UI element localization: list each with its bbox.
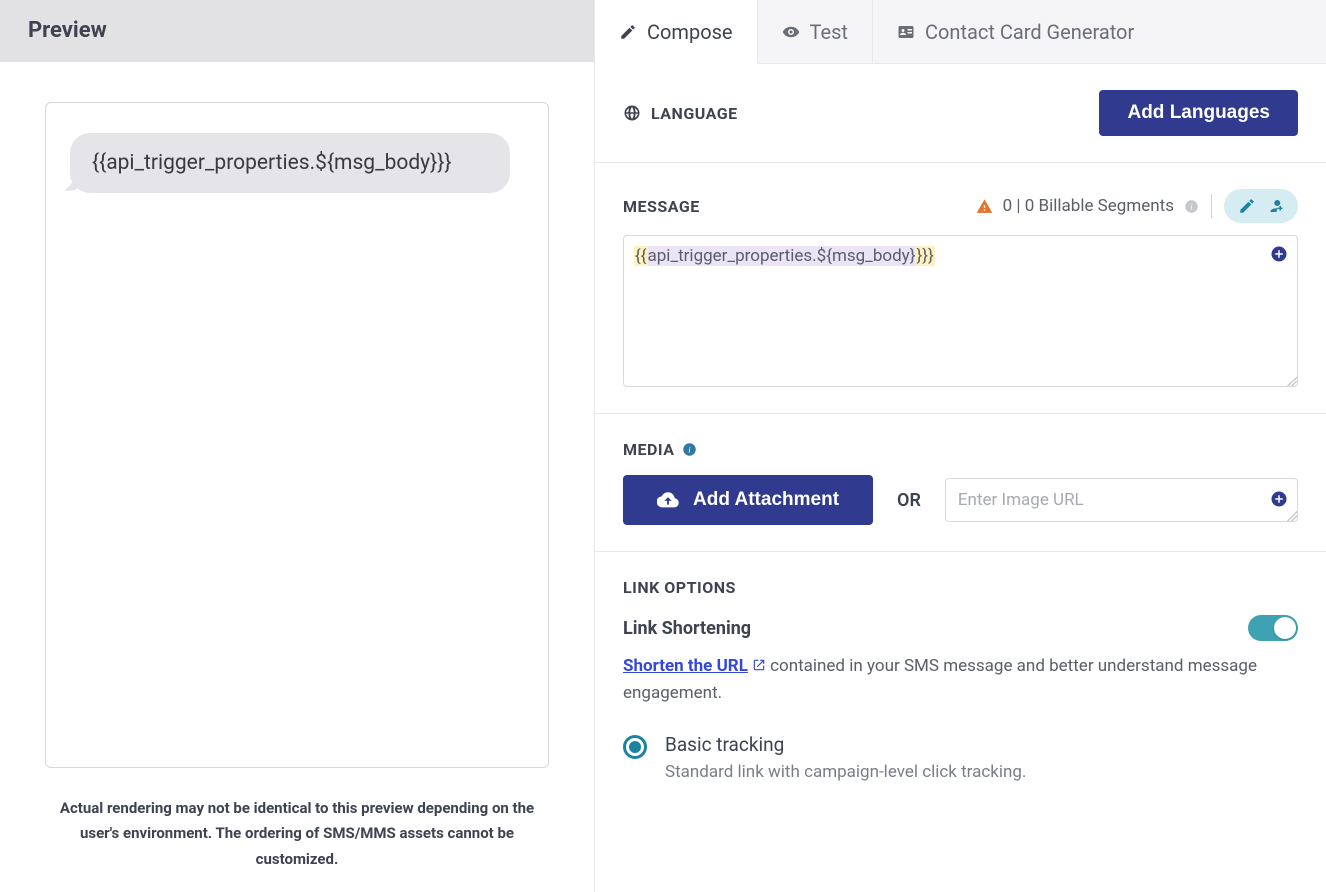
toggle-knob [1274, 617, 1296, 639]
tab-test-label: Test [810, 20, 848, 44]
id-card-icon [897, 23, 915, 41]
link-shortening-desc: Shorten the URL contained in your SMS me… [623, 653, 1298, 707]
image-url-input[interactable] [945, 478, 1298, 522]
segments-text: 0 | 0 Billable Segments [1003, 196, 1174, 216]
vertical-divider [1211, 194, 1212, 218]
media-heading: MEDIA [623, 440, 674, 459]
add-languages-button[interactable]: Add Languages [1099, 90, 1298, 136]
tab-contact-card-generator[interactable]: Contact Card Generator [873, 0, 1326, 63]
language-heading: LANGUAGE [651, 104, 738, 123]
add-attachment-label: Add Attachment [693, 489, 839, 511]
add-personalization-icon[interactable] [1270, 245, 1288, 263]
tab-test[interactable]: Test [758, 0, 873, 63]
sms-bubble: {{api_trigger_properties.${msg_body}}} [70, 133, 510, 193]
info-icon[interactable]: i [1184, 199, 1199, 214]
language-section: LANGUAGE Add Languages [595, 64, 1326, 163]
basic-tracking-label: Basic tracking [665, 733, 1026, 756]
basic-tracking-sub: Standard link with campaign-level click … [665, 762, 1026, 782]
link-shortening-toggle[interactable] [1248, 615, 1298, 641]
pencil-icon [619, 23, 637, 41]
preview-frame: {{api_trigger_properties.${msg_body}}} [45, 102, 549, 768]
radio-basic-tracking[interactable] [623, 735, 647, 759]
close-brace: }}} [915, 246, 934, 266]
link-options-heading: LINK OPTIONS [623, 578, 736, 597]
basic-tracking-option[interactable]: Basic tracking Standard link with campai… [623, 733, 1298, 782]
preview-title: Preview [28, 18, 107, 43]
tab-card-gen-label: Contact Card Generator [925, 20, 1134, 44]
open-brace: {{ [634, 246, 648, 266]
editor-actions-pill [1224, 189, 1298, 223]
tab-compose-label: Compose [647, 20, 733, 44]
shorten-url-link[interactable]: Shorten the URL [623, 656, 748, 676]
radio-dot [629, 741, 641, 753]
message-heading: MESSAGE [623, 197, 700, 216]
message-section: MESSAGE 0 | 0 Billable Segments i {{api_… [595, 163, 1326, 414]
preview-header: Preview [0, 0, 594, 62]
tab-compose[interactable]: Compose [595, 0, 758, 64]
warning-icon [976, 198, 993, 215]
info-icon[interactable]: i [682, 442, 697, 457]
preview-body: {{api_trigger_properties.${msg_body}}} A… [0, 62, 594, 892]
preview-note: Actual rendering may not be identical to… [47, 796, 547, 873]
add-url-icon[interactable] [1270, 490, 1288, 508]
media-section: MEDIA i Add Attachment OR [595, 414, 1326, 552]
or-text: OR [897, 490, 921, 511]
cloud-upload-icon [657, 489, 679, 511]
edit-icon[interactable] [1238, 197, 1256, 215]
globe-icon [623, 104, 641, 122]
link-shortening-subhead: Link Shortening [623, 618, 751, 639]
liquid-expression: api_trigger_properties.${msg_body} [648, 246, 916, 266]
message-editor[interactable]: {{api_trigger_properties.${msg_body}}}} [623, 235, 1298, 387]
link-options-section: LINK OPTIONS Link Shortening Shorten the… [595, 552, 1326, 822]
external-link-icon [752, 658, 766, 672]
tabs-bar: Compose Test Contact Card Generator [595, 0, 1326, 64]
add-user-icon[interactable] [1266, 197, 1284, 215]
add-attachment-button[interactable]: Add Attachment [623, 475, 873, 525]
segments-group: 0 | 0 Billable Segments i [976, 189, 1298, 223]
eye-icon [782, 23, 800, 41]
